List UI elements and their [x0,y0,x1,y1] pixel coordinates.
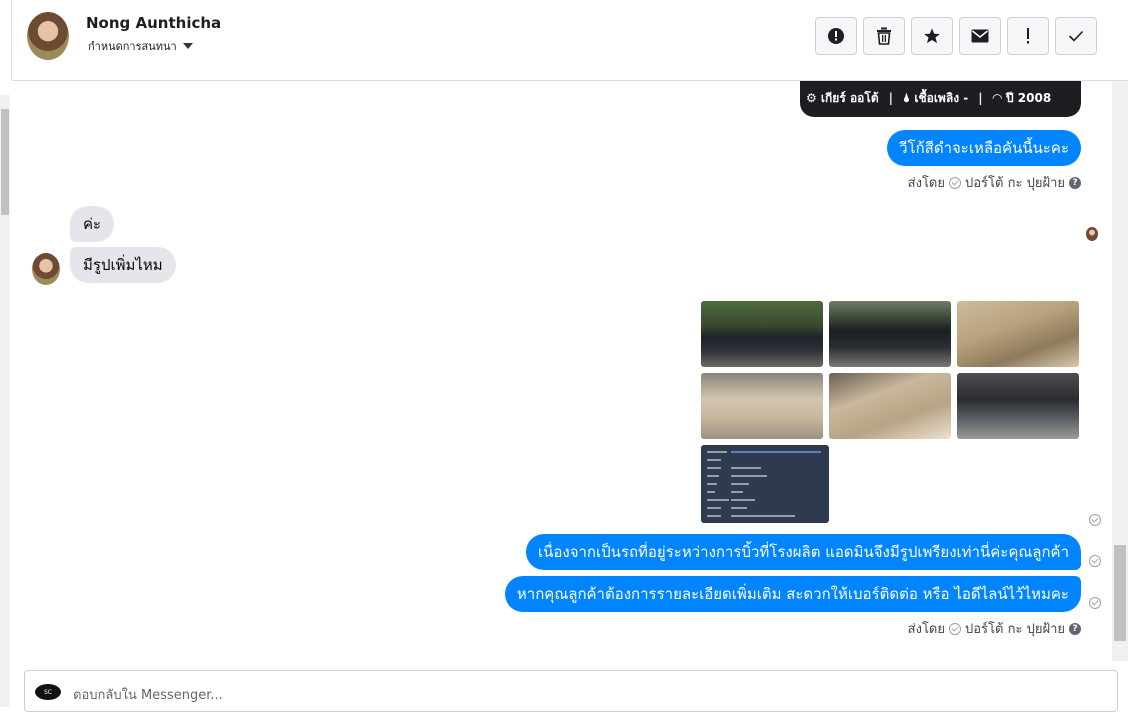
doc-line [731,451,821,453]
thread-scrollbar-thumb[interactable] [1114,545,1126,641]
email-button[interactable] [959,17,1001,55]
contact-avatar-small[interactable] [32,253,60,285]
star-button[interactable] [911,17,953,55]
doc-line [707,515,721,517]
doc-line [731,507,747,509]
divider: | [978,91,983,105]
doc-line [731,467,761,469]
doc-line [707,459,721,461]
sent-by-name[interactable]: ปอร์โต้ กะ ปุยฝ้าย [965,172,1065,193]
page-logo-icon: SC [35,684,61,700]
doc-line [707,499,729,501]
star-icon [924,28,940,44]
divider: | [888,91,893,105]
doc-line [731,475,767,477]
car-photo-exterior-front[interactable] [829,301,951,367]
outgoing-message[interactable]: เนื่องจากเป็นรถที่อยู่ระหว่างการบิ้วที่โ… [525,534,1081,570]
help-icon[interactable]: ? [1069,176,1081,189]
caret-down-icon [182,43,193,49]
schedule-conversation-dropdown[interactable]: กำหนดการสนทนา [88,37,193,55]
contact-avatar[interactable] [27,12,69,60]
gear-spec: ⚙ เกียร์ ออโต้ [806,90,879,105]
car-photo-exterior-side[interactable] [701,301,823,367]
reply-input[interactable]: ตอบกลับใน Messenger... [73,684,223,705]
page-scrollbar-thumb[interactable] [1,109,9,215]
conversation-header: Nong Aunthicha กำหนดการสนทนา [12,0,1128,81]
doc-line [731,515,795,517]
sent-by-prefix: ส่งโดย [907,176,945,191]
sent-check-icon [949,622,961,635]
alert-circle-icon [828,28,844,44]
doc-line [731,483,749,485]
car-photo-engine[interactable] [957,373,1079,439]
envelope-icon [971,29,989,43]
message-thread: ⚙ เกียร์ ออโต้ | 🌢 เชื้อเพลิง - | ◠ ปี 2… [12,81,1112,661]
sent-by-info: ส่งโดย ปอร์โต้ กะ ปุยฝ้าย ? [908,172,1081,193]
delivered-check-icon [1089,555,1101,567]
incoming-message[interactable]: ค่ะ [70,206,115,242]
doc-line [707,491,715,493]
outgoing-message[interactable]: หากคุณลูกค้าต้องการรายละเอียดเพิ่มเติม ส… [504,576,1081,612]
contact-name[interactable]: Nong Aunthicha [86,14,221,32]
doc-line [707,467,721,469]
seen-avatar-icon [1086,227,1098,241]
doc-line [731,491,743,493]
year-spec: ◠ ปี 2008 [992,90,1052,105]
sent-by-prefix: ส่งโดย [907,622,945,637]
fuel-spec: 🌢 เชื้อเพลิง - [903,90,969,105]
mark-important-button[interactable] [1007,17,1049,55]
sent-by-info: ส่งโดย ปอร์โต้ กะ ปุยฝ้าย ? [908,618,1081,639]
page-scrollbar[interactable] [0,95,10,707]
sent-check-icon [949,176,961,189]
incoming-message[interactable]: มีรูปเพิ่มไหม [70,247,176,283]
doc-line [731,499,755,501]
check-icon [1068,30,1084,42]
car-photo-rear-seat[interactable] [701,373,823,439]
sent-by-name[interactable]: ปอร์โต้ กะ ปุยฝ้าย [965,618,1065,639]
car-spec-card[interactable]: ⚙ เกียร์ ออโต้ | 🌢 เชื้อเพลิง - | ◠ ปี 2… [800,81,1081,117]
car-registration-document-photo[interactable] [701,445,829,523]
reply-box[interactable]: SC ตอบกลับใน Messenger... [24,670,1118,712]
mark-done-button[interactable] [1055,17,1097,55]
header-actions [815,17,1097,55]
outgoing-message[interactable]: วีโก้สีดำจะเหลือคันนี้นะคะ [887,130,1081,166]
thread-scrollbar[interactable] [1112,81,1128,661]
exclamation-icon [1027,28,1029,44]
doc-line [707,475,719,477]
doc-line [707,507,721,509]
car-photo-door-panel[interactable] [829,373,951,439]
delivered-check-icon [1089,597,1101,609]
trash-icon [877,27,891,45]
schedule-conversation-label: กำหนดการสนทนา [88,40,177,53]
help-icon[interactable]: ? [1069,622,1081,635]
car-photo-dashboard[interactable] [957,301,1079,367]
delivered-check-icon [1089,514,1101,526]
alert-button[interactable] [815,17,857,55]
delete-button[interactable] [863,17,905,55]
doc-line [707,483,717,485]
doc-line [707,451,727,453]
